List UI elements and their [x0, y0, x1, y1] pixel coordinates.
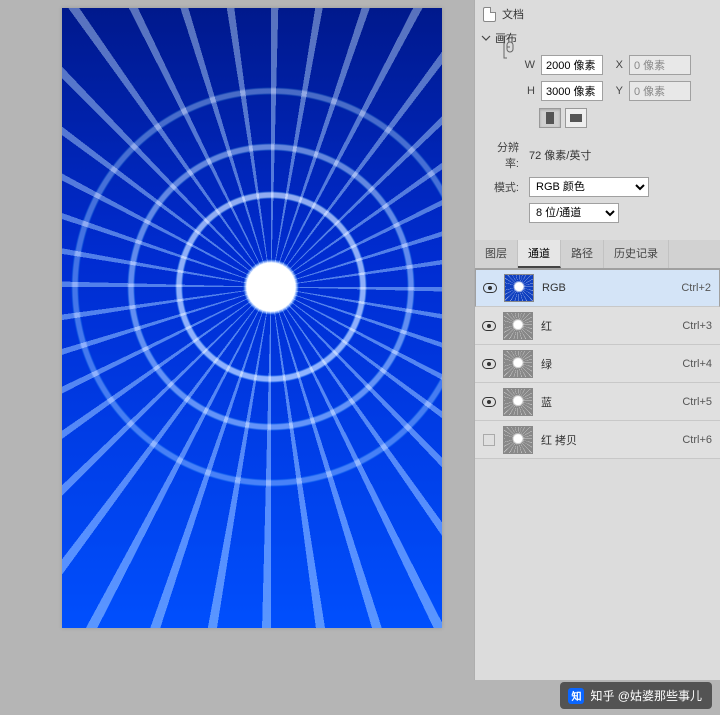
channels-list: RGB Ctrl+2 红 Ctrl+3 绿 Ctrl+4 蓝 Ctrl+5 红 … — [475, 269, 720, 459]
shattered-glass-image — [62, 8, 442, 628]
channel-name: 蓝 — [541, 394, 682, 410]
channel-shortcut: Ctrl+6 — [682, 434, 712, 446]
tab-channels[interactable]: 通道 — [518, 240, 561, 268]
channel-name: 绿 — [541, 356, 682, 372]
canvas-properties: W X H Y 分辨率: 72 像素/英寸 模式: RGB 颜色 — [475, 50, 720, 234]
tab-paths[interactable]: 路径 — [561, 240, 604, 268]
eye-icon[interactable] — [479, 316, 499, 336]
canvas-workspace — [0, 0, 460, 680]
channel-shortcut: Ctrl+4 — [682, 358, 712, 370]
channel-thumbnail — [504, 274, 534, 302]
channel-shortcut: Ctrl+3 — [682, 320, 712, 332]
channel-name: 红 — [541, 318, 682, 334]
h-label: H — [521, 85, 535, 97]
channel-thumbnail — [503, 350, 533, 378]
orientation-group — [475, 108, 720, 128]
x-label: X — [609, 59, 623, 71]
mode-label: 模式: — [485, 179, 523, 195]
watermark-text: 知乎 @姑婆那些事儿 — [590, 687, 702, 704]
file-icon — [483, 7, 496, 22]
channel-thumbnail — [503, 312, 533, 340]
channel-row-red-copy[interactable]: 红 拷贝 Ctrl+6 — [475, 421, 720, 459]
document-tab-label: 文档 — [502, 6, 524, 22]
color-mode-select[interactable]: RGB 颜色 — [529, 177, 649, 197]
orientation-portrait-button[interactable] — [539, 108, 561, 128]
tab-layers[interactable]: 图层 — [475, 240, 518, 268]
resolution-label: 分辨率: — [485, 139, 523, 171]
zhihu-logo-icon: 知 — [568, 688, 584, 704]
x-field[interactable] — [629, 55, 691, 75]
resolution-value: 72 像素/英寸 — [529, 147, 591, 163]
channel-row-green[interactable]: 绿 Ctrl+4 — [475, 345, 720, 383]
eye-icon[interactable] — [479, 392, 499, 412]
channel-row-red[interactable]: 红 Ctrl+3 — [475, 307, 720, 345]
channel-name: RGB — [542, 282, 681, 294]
chevron-down-icon — [481, 33, 491, 43]
channel-thumbnail — [503, 388, 533, 416]
properties-panel: 文档 画布 W X H Y 分辨率: — [474, 0, 720, 680]
y-field[interactable] — [629, 81, 691, 101]
width-field[interactable] — [541, 55, 603, 75]
channel-shortcut: Ctrl+5 — [682, 396, 712, 408]
panel-tabs: 图层 通道 路径 历史记录 — [475, 240, 720, 269]
document-tab[interactable]: 文档 — [475, 0, 720, 26]
w-label: W — [521, 59, 535, 71]
zhihu-watermark: 知 知乎 @姑婆那些事儿 — [560, 682, 712, 709]
eye-icon[interactable] — [479, 354, 499, 374]
eye-icon[interactable] — [480, 278, 500, 298]
tab-history[interactable]: 历史记录 — [604, 240, 669, 268]
document-canvas[interactable] — [62, 8, 442, 628]
channel-thumbnail — [503, 426, 533, 454]
y-label: Y — [609, 85, 623, 97]
channel-row-rgb[interactable]: RGB Ctrl+2 — [475, 269, 720, 307]
link-dimensions-icon[interactable] — [501, 30, 519, 64]
eye-icon[interactable] — [479, 430, 499, 450]
bit-depth-select[interactable]: 8 位/通道 — [529, 203, 619, 223]
channel-name: 红 拷贝 — [541, 432, 682, 448]
orientation-landscape-button[interactable] — [565, 108, 587, 128]
channel-shortcut: Ctrl+2 — [681, 282, 711, 294]
height-field[interactable] — [541, 81, 603, 101]
channel-row-blue[interactable]: 蓝 Ctrl+5 — [475, 383, 720, 421]
